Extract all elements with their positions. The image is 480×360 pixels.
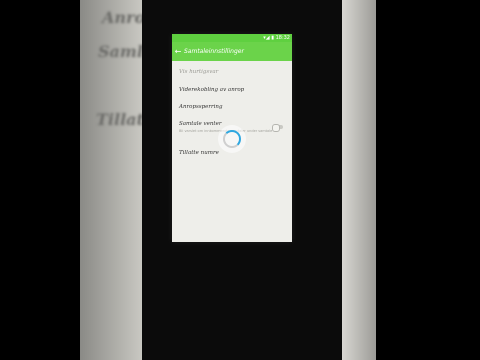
loading-spinner-icon <box>223 130 241 148</box>
toolbar-title: Samtaleinnstillinger <box>184 48 244 55</box>
setting-fixed-numbers[interactable]: Tillatte numre <box>179 150 219 156</box>
blurred-background-left: Anrop Samle Tillat <box>80 0 142 360</box>
setting-call-waiting[interactable]: Samtale venter <box>179 121 222 127</box>
background-text-2: Samle <box>98 42 142 61</box>
background-text-3: Tillat <box>96 110 142 129</box>
background-text-1: Anrop <box>102 8 142 27</box>
call-waiting-toggle[interactable] <box>272 124 283 132</box>
blurred-background-right <box>342 0 376 360</box>
toggle-knob <box>272 124 280 132</box>
setting-quick-reply[interactable]: Vis hurtigsvar <box>179 69 218 75</box>
status-bar: ▾◢ ▮ 18:32 <box>172 34 292 42</box>
setting-call-barring[interactable]: Anropssperring <box>179 104 222 110</box>
setting-call-forwarding[interactable]: Viderekobling av anrop <box>179 87 244 93</box>
status-bar-info: ▾◢ ▮ 18:32 <box>263 35 290 41</box>
arrow-left-icon[interactable]: ← <box>172 47 184 56</box>
toolbar: ← Samtaleinnstillinger <box>172 42 292 61</box>
